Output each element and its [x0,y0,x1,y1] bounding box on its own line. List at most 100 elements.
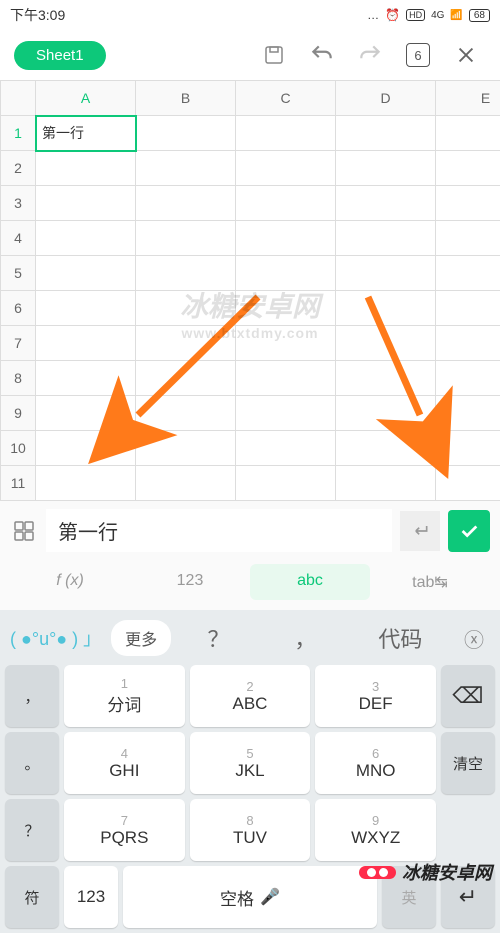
confirm-button[interactable] [448,510,490,552]
cell[interactable] [136,361,236,396]
cell[interactable] [136,116,236,151]
key-PQRS[interactable]: 7PQRS [64,799,185,861]
cell[interactable] [36,396,136,431]
cell[interactable] [36,221,136,256]
cell[interactable] [336,466,436,501]
cell[interactable] [136,431,236,466]
row-header[interactable]: 10 [1,431,36,466]
key-space[interactable]: 空格 🎤 [123,866,377,928]
mode-123[interactable]: 123 [130,564,250,600]
row-header[interactable]: 8 [1,361,36,396]
cell[interactable] [136,466,236,501]
redo-icon[interactable] [350,42,390,68]
row-header[interactable]: 9 [1,396,36,431]
key-123[interactable]: 123 [64,866,118,928]
cell[interactable] [336,221,436,256]
cell[interactable] [336,431,436,466]
cell[interactable] [336,151,436,186]
key-分词[interactable]: 1分词 [64,665,185,727]
cell[interactable] [136,151,236,186]
cell[interactable] [336,256,436,291]
cell[interactable] [136,256,236,291]
newline-button[interactable] [400,511,440,551]
cell[interactable] [136,326,236,361]
key-punct[interactable]: ， [5,665,59,727]
col-header[interactable]: E [436,81,500,116]
sym-question[interactable]: ？ [177,622,260,654]
more-chip[interactable]: 更多 [111,620,171,656]
cell[interactable] [36,256,136,291]
row-header[interactable]: 5 [1,256,36,291]
key-DEF[interactable]: 3DEF [315,665,436,727]
col-header[interactable]: A [36,81,136,116]
key-clear[interactable]: 清空 [441,732,495,794]
row-header[interactable]: 2 [1,151,36,186]
key-backspace[interactable]: ⌫ [441,665,495,727]
row-header[interactable]: 11 [1,466,36,501]
spreadsheet[interactable]: ABCDE 1第一行234567891011 [0,80,500,501]
cell[interactable] [436,186,500,221]
key-symbols[interactable]: 符 [5,866,59,928]
row-header[interactable]: 7 [1,326,36,361]
cell[interactable] [336,326,436,361]
save-icon[interactable] [254,43,294,67]
cell[interactable] [436,361,500,396]
cell[interactable] [36,151,136,186]
cell[interactable] [236,116,336,151]
emoji-button[interactable]: ( ●°u°● ) 」 [6,625,105,651]
key-GHI[interactable]: 4GHI [64,732,185,794]
cell[interactable] [136,221,236,256]
cell[interactable] [436,256,500,291]
col-header[interactable]: C [236,81,336,116]
cell-input[interactable] [46,509,392,552]
cell[interactable] [36,361,136,396]
mode-abc[interactable]: abc [250,564,370,600]
cell[interactable] [136,396,236,431]
cell[interactable] [436,431,500,466]
cell[interactable] [36,291,136,326]
key-MNO[interactable]: 6MNO [315,732,436,794]
cell[interactable] [136,186,236,221]
mode-fx[interactable]: f (x) [10,564,130,600]
col-header[interactable]: B [136,81,236,116]
cell[interactable] [236,431,336,466]
cell[interactable] [236,256,336,291]
key-ABC[interactable]: 2ABC [190,665,311,727]
cell[interactable] [236,186,336,221]
key-JKL[interactable]: 5JKL [190,732,311,794]
row-header[interactable]: 1 [1,116,36,151]
cell[interactable] [336,186,436,221]
key-WXYZ[interactable]: 9WXYZ [315,799,436,861]
cell[interactable] [336,396,436,431]
row-header[interactable]: 6 [1,291,36,326]
cell[interactable] [336,116,436,151]
cell[interactable] [36,186,136,221]
col-header[interactable]: D [336,81,436,116]
code-button[interactable]: 代码 [351,622,450,654]
cell[interactable] [236,466,336,501]
cell[interactable] [336,361,436,396]
row-header[interactable]: 3 [1,186,36,221]
cell[interactable] [436,116,500,151]
cell[interactable] [436,466,500,501]
cell[interactable] [236,396,336,431]
key-punct[interactable]: 。 [5,732,59,794]
keypad-icon[interactable] [10,517,38,545]
cell[interactable] [436,221,500,256]
cell[interactable] [36,326,136,361]
cell[interactable] [236,326,336,361]
cell[interactable] [36,466,136,501]
close-icon[interactable] [446,44,486,66]
cell[interactable] [236,151,336,186]
row-header[interactable]: 4 [1,221,36,256]
cell[interactable]: 第一行 [36,116,136,151]
clear-icon[interactable]: ⓧ [454,624,494,653]
undo-icon[interactable] [302,42,342,68]
cell[interactable] [436,151,500,186]
cell[interactable] [336,291,436,326]
mode-tab[interactable]: tab↹ [370,564,490,600]
cell[interactable] [36,431,136,466]
cell[interactable] [436,396,500,431]
cell[interactable] [436,291,500,326]
sheet-tab[interactable]: Sheet1 [14,41,106,70]
